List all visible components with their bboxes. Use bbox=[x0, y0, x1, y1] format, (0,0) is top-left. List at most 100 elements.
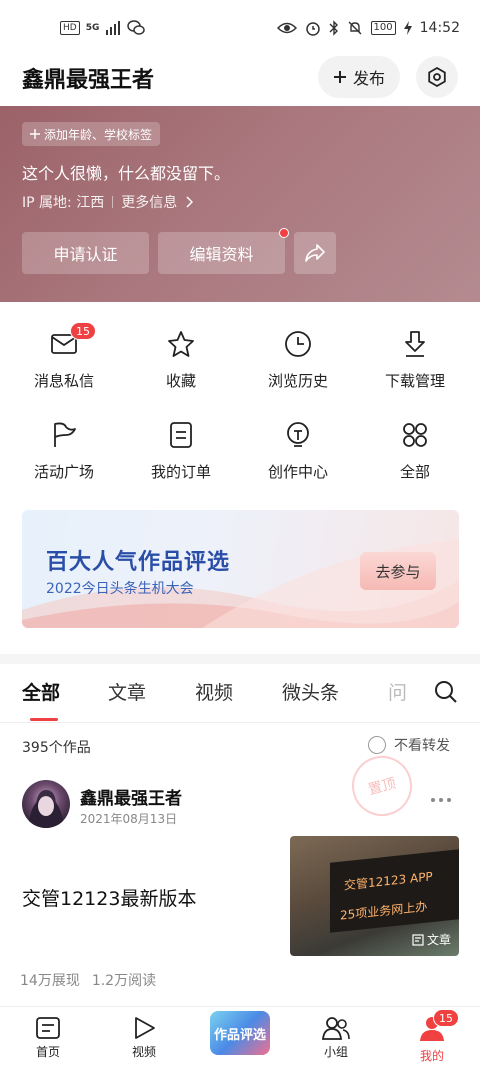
mute-icon bbox=[348, 21, 362, 35]
charging-icon bbox=[403, 21, 412, 35]
works-count: 395个作品 bbox=[22, 740, 91, 756]
plus-icon bbox=[30, 129, 40, 139]
grid-history[interactable]: 浏览历史 bbox=[238, 326, 358, 406]
order-icon bbox=[170, 422, 192, 448]
nav-group-label: 小组 bbox=[323, 1045, 348, 1059]
publish-label: 发布 bbox=[352, 69, 385, 88]
pinned-stamp: 置顶 bbox=[345, 749, 419, 823]
article-tag-label: 文章 bbox=[426, 933, 451, 947]
grid-activities[interactable]: 活动广场 bbox=[4, 417, 124, 497]
profile-card: 添加年龄、学校标签 这个人很懒，什么都没留下。 IP 属地: 江西 更多信息 申… bbox=[0, 106, 480, 302]
impressions: 14万展现 bbox=[20, 973, 80, 989]
tab-micro-posts[interactable]: 微头条 bbox=[282, 678, 339, 705]
grid-downloads[interactable]: 下载管理 bbox=[355, 326, 475, 406]
promo-banner[interactable]: 百大人气作品评选 2022今日头条生机大会 去参与 bbox=[22, 510, 459, 628]
grid-favorites[interactable]: 收藏 bbox=[121, 326, 241, 406]
nav-video-label: 视频 bbox=[131, 1045, 156, 1059]
grid-all[interactable]: 全部 bbox=[355, 417, 475, 497]
edit-profile-button[interactable]: 编辑资料 bbox=[158, 228, 289, 274]
hd-icon: HD bbox=[60, 21, 80, 35]
tab-videos[interactable]: 视频 bbox=[195, 678, 233, 705]
post-author[interactable]: 鑫鼎最强王者 bbox=[80, 784, 182, 809]
post-date: 2021年08月13日 bbox=[80, 812, 178, 826]
page-title: 鑫鼎最强王者 bbox=[22, 68, 155, 93]
home-icon bbox=[36, 1017, 60, 1039]
search-button[interactable] bbox=[434, 680, 458, 708]
grid-label: 创作中心 bbox=[267, 463, 328, 481]
nav-mine[interactable]: 15 我的 bbox=[392, 1009, 472, 1064]
ellipsis-icon bbox=[431, 798, 451, 802]
ip-location: IP 属地: 江西 bbox=[22, 195, 105, 211]
people-icon bbox=[322, 1017, 350, 1040]
network-type: 5G bbox=[85, 23, 100, 33]
nav-home-label: 首页 bbox=[35, 1045, 60, 1059]
settings-button[interactable] bbox=[416, 56, 458, 98]
banner-title: 百大人气作品评选 bbox=[46, 550, 231, 575]
status-bar: HD 5G 100 14:52 bbox=[0, 0, 480, 56]
article-icon bbox=[412, 933, 424, 946]
radio-icon bbox=[368, 736, 386, 754]
bio-text: 这个人很懒，什么都没留下。 bbox=[22, 164, 231, 183]
share-icon bbox=[305, 244, 325, 262]
apply-cert-label: 申请认证 bbox=[53, 245, 118, 264]
add-tag-chip[interactable]: 添加年龄、学校标签 bbox=[22, 122, 161, 146]
grid-label: 收藏 bbox=[165, 372, 196, 390]
chevron-right-icon bbox=[186, 196, 194, 208]
alarm-icon bbox=[305, 22, 320, 36]
messages-badge: 15 bbox=[70, 322, 96, 340]
post-stats: 14万展现 1.2万阅读 bbox=[20, 970, 156, 990]
download-icon bbox=[405, 331, 425, 357]
grid-orders[interactable]: 我的订单 bbox=[121, 417, 241, 497]
post-title[interactable]: 交管12123最新版本 bbox=[22, 884, 196, 911]
nav-award-center[interactable]: 作品评选 bbox=[210, 1011, 270, 1055]
publish-button[interactable]: 发布 bbox=[318, 56, 400, 98]
tab-all[interactable]: 全部 bbox=[22, 678, 60, 705]
clock: 14:52 bbox=[419, 20, 460, 36]
more-options-button[interactable] bbox=[430, 784, 452, 808]
notification-dot bbox=[279, 228, 289, 238]
signal-icon bbox=[106, 21, 121, 35]
banner-subtitle: 2022今日头条生机大会 bbox=[46, 581, 194, 597]
more-info-link[interactable]: 更多信息 bbox=[121, 192, 177, 212]
grid-label: 活动广场 bbox=[33, 463, 94, 481]
play-icon bbox=[135, 1017, 155, 1039]
clock-icon bbox=[285, 331, 311, 357]
reads: 1.2万阅读 bbox=[91, 973, 157, 989]
search-icon bbox=[435, 681, 457, 703]
edit-profile-label: 编辑资料 bbox=[189, 245, 254, 264]
nav-mine-label: 我的 bbox=[419, 1049, 444, 1063]
post-thumbnail[interactable]: 交管12123 APP 25项业务网上办 文章 bbox=[290, 836, 459, 956]
gear-icon bbox=[428, 66, 446, 88]
share-button[interactable] bbox=[294, 232, 336, 274]
divider bbox=[112, 196, 114, 208]
nav-home[interactable]: 首页 bbox=[8, 1015, 88, 1060]
tab-articles[interactable]: 文章 bbox=[108, 678, 146, 705]
section-divider bbox=[0, 654, 480, 664]
bluetooth-icon bbox=[329, 20, 338, 36]
nav-group[interactable]: 小组 bbox=[296, 1015, 376, 1060]
tab-qa-clip: 问答 bbox=[388, 678, 422, 708]
four-circles-icon bbox=[403, 423, 427, 447]
avatar[interactable] bbox=[22, 780, 70, 828]
mine-badge: 15 bbox=[433, 1009, 459, 1027]
grid-label: 下载管理 bbox=[384, 372, 445, 390]
grid-creator[interactable]: 创作中心 bbox=[238, 417, 358, 497]
nav-video[interactable]: 视频 bbox=[104, 1015, 184, 1060]
apply-cert-button[interactable]: 申请认证 bbox=[22, 232, 149, 274]
grid-label: 消息私信 bbox=[33, 372, 94, 390]
lightbulb-icon bbox=[287, 422, 309, 447]
bottom-nav: 首页 视频 作品评选 小组 15 我的 bbox=[0, 1006, 480, 1067]
tab-bar-border bbox=[0, 722, 480, 723]
profile-screen: HD 5G 100 14:52 鑫鼎最强王者 发布 添加年龄、学校标签 这个人很… bbox=[0, 0, 480, 1067]
hide-reposts-toggle[interactable]: 不看转发 bbox=[368, 735, 450, 755]
add-tag-label: 添加年龄、学校标签 bbox=[44, 127, 153, 142]
star-icon bbox=[168, 331, 194, 357]
tab-qa[interactable]: 问答 bbox=[388, 678, 422, 708]
plus-icon bbox=[333, 71, 346, 83]
wechat-icon bbox=[127, 20, 146, 35]
join-button[interactable]: 去参与 bbox=[360, 552, 436, 590]
flag-icon bbox=[54, 422, 76, 447]
grid-messages[interactable]: 15 消息私信 bbox=[4, 322, 124, 406]
filter-label: 不看转发 bbox=[394, 738, 450, 754]
grid-label: 浏览历史 bbox=[267, 372, 328, 390]
